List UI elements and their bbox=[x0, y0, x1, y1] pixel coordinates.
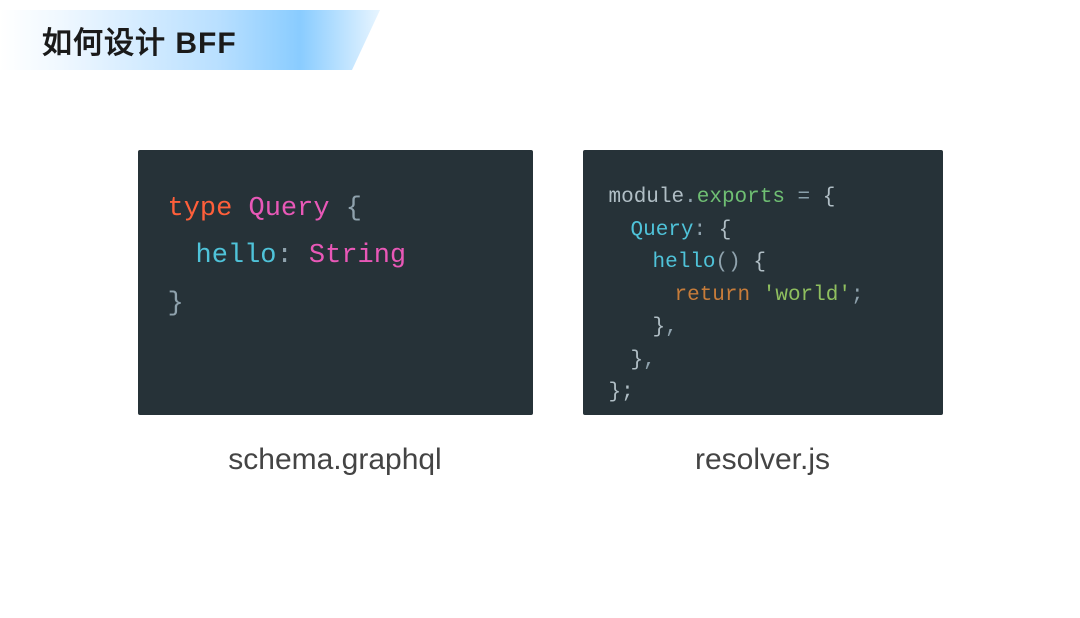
tok-brace-close2: } bbox=[631, 349, 644, 372]
resolver-code: module.exports = { Query: { hello() { re… bbox=[609, 182, 917, 410]
resolver-column: module.exports = { Query: { hello() { re… bbox=[583, 150, 943, 477]
tok-parens: () bbox=[716, 251, 741, 274]
tok-return: return bbox=[675, 284, 751, 307]
tok-brace-close-final: }; bbox=[609, 381, 634, 404]
content-row: type Query { hello: String } schema.grap… bbox=[0, 150, 1080, 477]
schema-code: type Query { hello: String } bbox=[168, 186, 503, 328]
schema-code-block: type Query { hello: String } bbox=[138, 150, 533, 415]
keyword-type: type bbox=[168, 194, 233, 224]
tok-comma1: , bbox=[665, 316, 678, 339]
resolver-filename: resolver.js bbox=[695, 443, 830, 477]
brace-close: } bbox=[168, 289, 184, 319]
tok-hello: hello bbox=[653, 251, 716, 274]
tok-comma2: , bbox=[643, 349, 656, 372]
tok-brace-close1: } bbox=[653, 316, 666, 339]
tok-query: Query bbox=[631, 219, 694, 242]
tok-module: module bbox=[609, 186, 685, 209]
tok-colon: : bbox=[694, 219, 707, 242]
tok-dot: . bbox=[684, 186, 697, 209]
tok-eq: = bbox=[785, 186, 823, 209]
type-query: Query bbox=[249, 194, 330, 224]
schema-filename: schema.graphql bbox=[228, 443, 441, 477]
tok-exports: exports bbox=[697, 186, 785, 209]
resolver-code-block: module.exports = { Query: { hello() { re… bbox=[583, 150, 943, 415]
brace-open: { bbox=[346, 194, 362, 224]
tok-brace1: { bbox=[823, 186, 836, 209]
colon: : bbox=[277, 241, 293, 271]
tok-string: 'world' bbox=[763, 284, 851, 307]
type-string: String bbox=[309, 241, 406, 271]
tok-brace3: { bbox=[741, 251, 766, 274]
header-band: 如何设计 BFF bbox=[0, 10, 400, 70]
tok-brace2: { bbox=[706, 219, 731, 242]
schema-column: type Query { hello: String } schema.grap… bbox=[138, 150, 533, 477]
tok-semi: ; bbox=[851, 284, 864, 307]
page-title: 如何设计 BFF bbox=[42, 18, 237, 62]
field-hello: hello bbox=[196, 241, 277, 271]
